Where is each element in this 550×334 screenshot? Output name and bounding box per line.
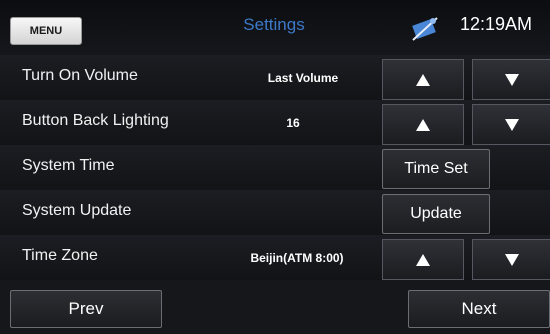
row-label: Button Back Lighting <box>22 112 169 129</box>
row-value: Last Volume <box>267 71 339 85</box>
time-set-button[interactable]: Time Set <box>382 149 490 189</box>
row-system-update: System Update Update <box>0 190 550 238</box>
arrow-down-icon <box>505 253 519 266</box>
row-label: Time Zone <box>22 247 98 264</box>
timezone-down-button[interactable] <box>472 239 550 280</box>
lighting-down-button[interactable] <box>472 104 550 145</box>
arrow-down-icon <box>505 118 519 131</box>
row-system-time: System Time Time Set <box>0 145 550 193</box>
bottom-bar: Prev Next <box>0 280 550 334</box>
arrow-up-icon <box>416 73 430 86</box>
row-value: Beijin(ATM 8:00) <box>250 251 344 265</box>
update-button[interactable]: Update <box>382 194 490 234</box>
menu-button[interactable]: MENU <box>10 17 82 45</box>
lighting-up-button[interactable] <box>382 104 464 145</box>
row-time-zone: Time Zone Beijin(ATM 8:00) <box>0 235 550 283</box>
volume-up-button[interactable] <box>382 59 464 100</box>
row-value: 16 <box>286 116 300 130</box>
top-bar: MENU Settings 12:19AM <box>0 0 550 55</box>
row-button-back-lighting: Button Back Lighting 16 <box>0 100 550 148</box>
row-turn-on-volume: Turn On Volume Last Volume <box>0 55 550 103</box>
settings-screen: MENU Settings 12:19AM Turn On Volume Las… <box>0 0 550 334</box>
arrow-up-icon <box>416 253 430 266</box>
timezone-up-button[interactable] <box>382 239 464 280</box>
clock: 12:19AM <box>460 14 533 34</box>
next-button[interactable]: Next <box>408 290 550 328</box>
page-title: Settings <box>243 15 305 34</box>
prev-button[interactable]: Prev <box>10 290 162 328</box>
volume-down-button[interactable] <box>472 59 550 100</box>
arrow-up-icon <box>416 118 430 131</box>
row-label: Turn On Volume <box>22 67 138 84</box>
satellite-icon <box>410 16 440 42</box>
row-label: System Time <box>22 157 115 174</box>
arrow-down-icon <box>505 73 519 86</box>
row-label: System Update <box>22 202 132 219</box>
